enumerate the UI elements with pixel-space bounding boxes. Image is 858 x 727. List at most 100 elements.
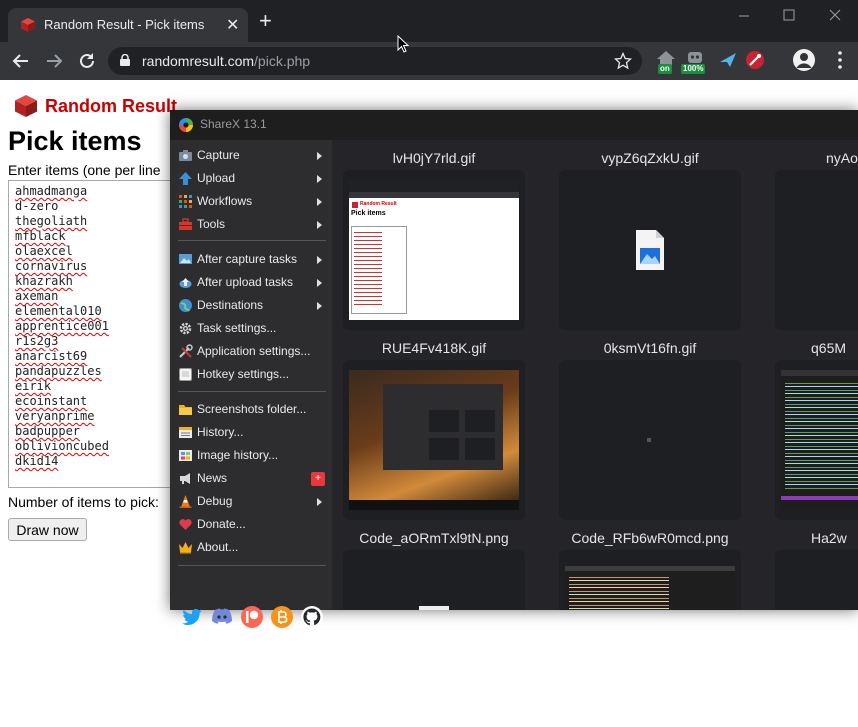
- upload-arrow-icon: [179, 172, 192, 185]
- menu-tools[interactable]: Tools: [178, 215, 328, 235]
- page-title: Pick items: [8, 126, 142, 156]
- menu-history[interactable]: History...: [178, 423, 328, 443]
- thumbnail-card[interactable]: [343, 360, 525, 520]
- menu-separator: [178, 240, 326, 241]
- discord-icon[interactable]: [210, 605, 234, 629]
- bookmark-star-icon[interactable]: [614, 52, 632, 70]
- thumbnail-card[interactable]: [775, 550, 858, 610]
- browser-titlebar: Random Result - Pick items ✕ +: [0, 0, 858, 42]
- mini-heading: Pick items: [351, 210, 386, 217]
- extension-house-icon[interactable]: on: [654, 48, 678, 74]
- thumbnail-card[interactable]: [775, 360, 858, 520]
- code-editor-preview: [565, 566, 735, 610]
- menu-destinations[interactable]: Destinations: [178, 296, 328, 316]
- workflows-grid-icon: [179, 195, 192, 208]
- menu-donate-label: Donate...: [197, 517, 246, 531]
- folder-icon: [179, 405, 192, 415]
- profile-avatar-icon[interactable]: [792, 48, 816, 72]
- back-icon[interactable]: [12, 52, 30, 70]
- menu-separator: [178, 391, 326, 392]
- menu-tools-label: Tools: [197, 217, 226, 231]
- brand-name[interactable]: Random Result: [45, 96, 177, 117]
- menu-kebab-icon[interactable]: [828, 48, 852, 72]
- image-history-icon: [179, 450, 192, 461]
- menu-image-history[interactable]: Image history...: [178, 446, 328, 466]
- tab-title: Random Result - Pick items: [44, 17, 205, 32]
- forward-icon[interactable]: [45, 52, 63, 70]
- chevron-right-icon: [317, 256, 322, 264]
- image-file-icon: [636, 230, 664, 270]
- twitter-icon[interactable]: [180, 605, 204, 629]
- sharex-titlebar: ShareX 13.1: [170, 110, 858, 140]
- upload-cloud-icon: [179, 278, 192, 288]
- menu-debug[interactable]: Debug: [178, 492, 328, 512]
- globe-icon: [179, 299, 192, 312]
- screenshot-preview: Random Result Pick items: [349, 180, 519, 320]
- code-editor-preview: [781, 370, 858, 510]
- close-window-icon[interactable]: [829, 9, 841, 21]
- minimize-icon[interactable]: [738, 10, 750, 22]
- lock-icon: [120, 54, 130, 66]
- menu-capture[interactable]: Capture: [178, 146, 328, 166]
- sharex-title: ShareX 13.1: [200, 117, 267, 131]
- items-instruction: Enter items (one per line: [8, 162, 161, 178]
- tab-random-result[interactable]: Random Result - Pick items ✕: [8, 8, 248, 42]
- github-icon[interactable]: [300, 605, 324, 629]
- close-tab-icon[interactable]: ✕: [226, 15, 239, 35]
- menu-task-settings[interactable]: Task settings...: [178, 319, 328, 339]
- menu-capture-label: Capture: [197, 148, 240, 162]
- history-list-icon: [179, 427, 192, 438]
- thumbnail-card[interactable]: [559, 360, 741, 520]
- cube-logo-icon: [15, 95, 37, 117]
- patreon-icon[interactable]: [240, 605, 264, 629]
- wrench-screwdriver-icon: [179, 344, 193, 358]
- thumbnail-filename: 0ksmVt16fn.gif: [603, 340, 697, 356]
- address-bar[interactable]: randomresult.com/pick.php: [108, 47, 642, 75]
- menu-application-settings[interactable]: Application settings...: [178, 342, 328, 362]
- menu-after-capture-tasks[interactable]: After capture tasks: [178, 250, 328, 270]
- extension-percent-badge: 100%: [681, 64, 706, 74]
- new-tab-button[interactable]: +: [259, 10, 272, 32]
- thumbnail-filename: Code_aORmTxl9tN.png: [359, 530, 509, 546]
- extension-robot-icon[interactable]: 100%: [681, 48, 707, 74]
- thumbnail-card[interactable]: [559, 550, 741, 610]
- desktop-screenshot-preview: [349, 370, 519, 510]
- count-label: Number of items to pick:: [8, 494, 159, 510]
- thumbnail-card[interactable]: [559, 170, 741, 330]
- draw-now-button[interactable]: Draw now: [8, 518, 87, 541]
- chevron-right-icon: [317, 175, 322, 183]
- menu-destinations-label: Destinations: [197, 298, 264, 312]
- news-badge: +: [311, 472, 325, 486]
- menu-news[interactable]: News +: [178, 469, 328, 489]
- reload-icon[interactable]: [78, 52, 96, 70]
- menu-upload-label: Upload: [197, 171, 236, 185]
- heart-icon: [179, 519, 192, 530]
- thumbnail-card[interactable]: Random Result Pick items: [343, 170, 525, 330]
- menu-after-upload-tasks-label: After upload tasks: [197, 275, 294, 289]
- mini-brand: Random Result: [360, 201, 397, 207]
- menu-screenshots-folder-label: Screenshots folder...: [197, 402, 307, 416]
- maximize-icon[interactable]: [783, 9, 795, 21]
- menu-workflows[interactable]: Workflows: [178, 192, 328, 212]
- sharex-menu: Capture Upload Workflows Tools After cap…: [170, 140, 332, 628]
- bitcoin-icon[interactable]: [270, 605, 294, 629]
- chevron-right-icon: [317, 198, 322, 206]
- menu-hotkey-settings-label: Hotkey settings...: [197, 367, 290, 381]
- plane-extension-icon[interactable]: [716, 48, 740, 72]
- thumbnail-card[interactable]: [343, 550, 525, 610]
- extension-on-badge: on: [658, 64, 672, 74]
- screen-image-icon: [179, 254, 192, 264]
- menu-about-label: About...: [197, 540, 239, 554]
- wand-extension-icon[interactable]: [743, 48, 767, 72]
- menu-after-upload-tasks[interactable]: After upload tasks: [178, 273, 328, 293]
- menu-about[interactable]: About...: [178, 538, 328, 558]
- browser-toolbar: randomresult.com/pick.php on 100%: [0, 42, 858, 80]
- thumbnail-card[interactable]: [775, 170, 858, 330]
- thumbnail-filename: q65M: [811, 340, 847, 356]
- menu-debug-label: Debug: [197, 494, 233, 508]
- menu-hotkey-settings[interactable]: Hotkey settings...: [178, 365, 328, 385]
- thumbnail-filename: Code_RFb6wR0mcd.png: [571, 530, 729, 546]
- menu-screenshots-folder[interactable]: Screenshots folder...: [178, 400, 328, 420]
- menu-upload[interactable]: Upload: [178, 169, 328, 189]
- menu-donate[interactable]: Donate...: [178, 515, 328, 535]
